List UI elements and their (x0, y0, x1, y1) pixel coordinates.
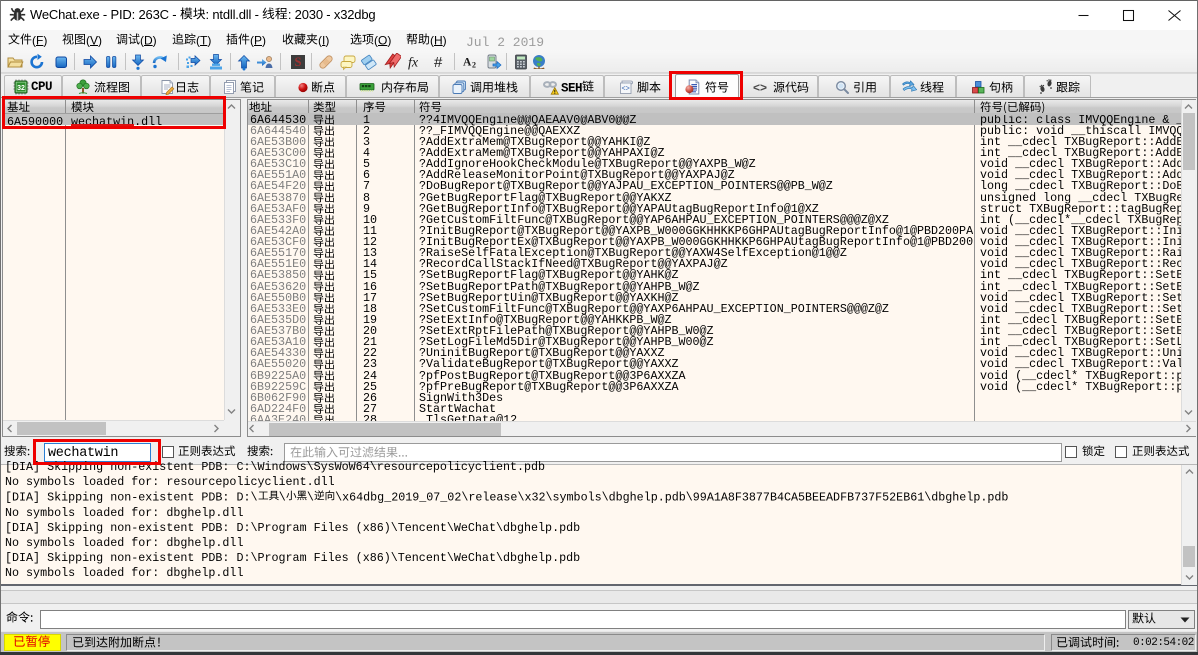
svg-text:fx: fx (408, 56, 419, 71)
svg-text:32: 32 (17, 85, 25, 92)
svg-text:#: # (434, 54, 443, 71)
svg-text:S: S (295, 55, 302, 69)
svg-text:<>: <> (621, 86, 629, 94)
svg-text:<>: <> (753, 81, 767, 95)
svg-text:2: 2 (472, 61, 476, 70)
svg-text:A: A (463, 57, 472, 69)
